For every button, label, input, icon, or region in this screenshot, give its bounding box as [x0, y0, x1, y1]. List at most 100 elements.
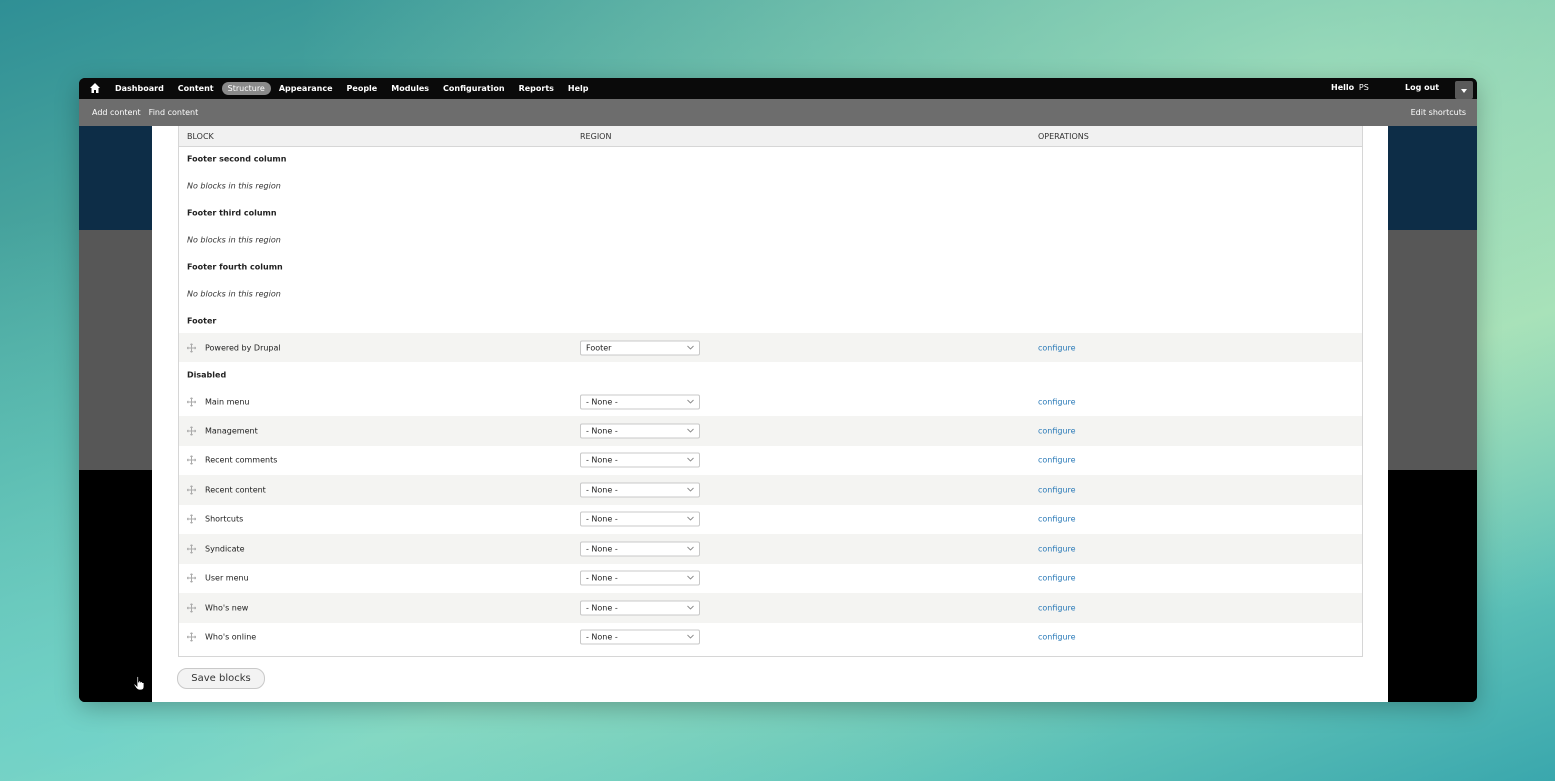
- block-row: Management - None - configure: [179, 416, 1362, 446]
- block-admin-page: BLOCK REGION OPERATIONS Footer second co…: [152, 126, 1388, 702]
- configure-link[interactable]: configure: [1038, 515, 1076, 524]
- chevron-down-icon: [687, 575, 694, 580]
- empty-message: No blocks in this region: [187, 289, 281, 298]
- region-row: Disabled: [179, 362, 1362, 387]
- configure-link[interactable]: configure: [1038, 426, 1076, 435]
- nav-item-modules[interactable]: Modules: [391, 84, 429, 93]
- region-select-value: - None -: [586, 397, 618, 406]
- drag-handle-icon[interactable]: [187, 343, 196, 352]
- region-row: Footer: [179, 308, 1362, 333]
- user-link[interactable]: PS: [1359, 83, 1369, 92]
- region-select[interactable]: - None -: [580, 394, 700, 409]
- drag-handle-icon[interactable]: [187, 514, 196, 524]
- region-select-value: - None -: [586, 514, 618, 524]
- block-row: Recent content - None - configure: [179, 475, 1362, 505]
- region-select-value: - None -: [586, 544, 618, 554]
- drag-handle-icon[interactable]: [187, 397, 196, 406]
- region-select-value: - None -: [586, 603, 618, 613]
- side-band: [1388, 126, 1477, 230]
- region-select[interactable]: - None -: [580, 452, 700, 468]
- admin-toolbar: Dashboard Content Structure Appearance Peopl…: [79, 78, 1477, 99]
- chevron-down-icon: [687, 546, 694, 551]
- save-blocks-button[interactable]: Save blocks: [177, 668, 265, 689]
- nav-item-structure[interactable]: Structure: [221, 82, 271, 95]
- find-content-link[interactable]: Find content: [149, 108, 199, 117]
- block-row: Syndicate - None - configure: [179, 534, 1362, 564]
- nav-item-configuration[interactable]: Configuration: [443, 84, 505, 93]
- admin-menu: Dashboard Content Structure Appearance Peopl…: [115, 78, 603, 99]
- header-block: BLOCK: [187, 132, 214, 141]
- drag-handle-icon[interactable]: [187, 455, 196, 465]
- region-select-value: - None -: [586, 455, 618, 465]
- empty-region-row: No blocks in this region: [179, 225, 1362, 254]
- nav-item-content[interactable]: Content: [178, 84, 214, 93]
- block-name: User menu: [205, 573, 249, 583]
- block-name: Syndicate: [205, 544, 245, 554]
- region-select-value: - None -: [586, 485, 618, 495]
- configure-link[interactable]: configure: [1038, 633, 1076, 642]
- block-name: Management: [205, 426, 258, 436]
- configure-link[interactable]: configure: [1038, 544, 1076, 553]
- region-select-value: Footer: [586, 343, 612, 352]
- nav-item-appearance[interactable]: Appearance: [279, 84, 333, 93]
- configure-link[interactable]: configure: [1038, 397, 1076, 406]
- chevron-down-icon: [687, 399, 694, 404]
- drag-handle-icon[interactable]: [187, 573, 196, 583]
- side-band: [1388, 470, 1477, 702]
- region-title: Footer second column: [187, 154, 287, 163]
- block-row: Shortcuts - None - configure: [179, 505, 1362, 535]
- block-name: Recent content: [205, 485, 266, 495]
- nav-item-help[interactable]: Help: [568, 84, 589, 93]
- greeting: Hello PS: [1331, 83, 1369, 92]
- add-content-link[interactable]: Add content: [92, 108, 141, 117]
- nav-item-reports[interactable]: Reports: [519, 84, 554, 93]
- region-select[interactable]: - None -: [580, 511, 700, 527]
- region-select[interactable]: - None -: [580, 482, 700, 498]
- drag-handle-icon[interactable]: [187, 632, 196, 642]
- block-name: Main menu: [205, 397, 250, 406]
- region-select[interactable]: - None -: [580, 600, 700, 616]
- region-select-value: - None -: [586, 632, 618, 642]
- blocks-table: BLOCK REGION OPERATIONS Footer second co…: [178, 126, 1363, 657]
- browser-window: Dashboard Content Structure Appearance Peopl…: [79, 78, 1477, 702]
- configure-link[interactable]: configure: [1038, 574, 1076, 583]
- greeting-label: Hello: [1331, 83, 1355, 92]
- header-region: REGION: [580, 132, 612, 141]
- configure-link[interactable]: configure: [1038, 485, 1076, 494]
- block-row: Recent comments - None - configure: [179, 446, 1362, 476]
- block-name: Who's online: [205, 632, 257, 642]
- region-select[interactable]: Footer: [580, 340, 700, 355]
- chevron-down-icon: [687, 428, 694, 433]
- block-row: Who's online - None - configure: [179, 623, 1362, 653]
- region-select[interactable]: - None -: [580, 570, 700, 586]
- configure-link[interactable]: configure: [1038, 456, 1076, 465]
- home-icon[interactable]: [89, 82, 101, 94]
- region-select-value: - None -: [586, 426, 618, 436]
- region-select[interactable]: - None -: [580, 541, 700, 557]
- configure-link[interactable]: configure: [1038, 603, 1076, 612]
- chevron-down-icon: [687, 634, 694, 639]
- nav-item-people[interactable]: People: [347, 84, 378, 93]
- region-select[interactable]: - None -: [580, 423, 700, 439]
- region-select[interactable]: - None -: [580, 629, 700, 645]
- region-row: Footer fourth column: [179, 254, 1362, 279]
- region-title: Disabled: [187, 370, 227, 379]
- block-name: Recent comments: [205, 455, 278, 465]
- configure-link[interactable]: configure: [1038, 343, 1076, 352]
- block-row: Who's new - None - configure: [179, 593, 1362, 623]
- hand-cursor-icon: [133, 676, 145, 691]
- empty-message: No blocks in this region: [187, 181, 281, 190]
- shortcuts-toggle[interactable]: [1455, 81, 1473, 99]
- chevron-down-icon: [1461, 89, 1467, 93]
- drag-handle-icon[interactable]: [187, 426, 196, 436]
- region-row: Footer third column: [179, 200, 1362, 225]
- region-title: Footer fourth column: [187, 262, 283, 271]
- drag-handle-icon[interactable]: [187, 544, 196, 554]
- drag-handle-icon[interactable]: [187, 485, 196, 495]
- edit-shortcuts-link[interactable]: Edit shortcuts: [1411, 108, 1466, 117]
- nav-item-dashboard[interactable]: Dashboard: [115, 84, 164, 93]
- side-band: [79, 470, 152, 702]
- logout-link[interactable]: Log out: [1405, 83, 1439, 92]
- drag-handle-icon[interactable]: [187, 603, 196, 613]
- region-row: Footer second column: [179, 146, 1362, 171]
